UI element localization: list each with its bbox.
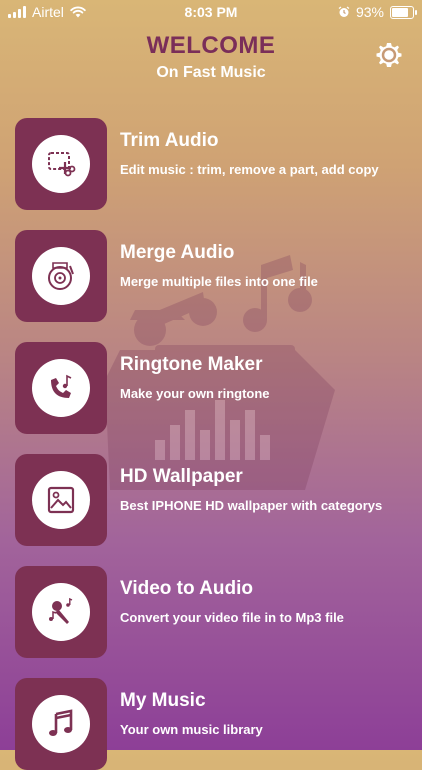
menu-icon-circle [32, 135, 90, 193]
vinyl-icon [48, 262, 74, 290]
menu-title: HD Wallpaper [120, 466, 243, 487]
menu-title: My Music [120, 690, 206, 711]
menu-title: Trim Audio [120, 130, 219, 151]
menu-item-video-to-audio[interactable]: Video to Audio Convert your video file i… [15, 566, 407, 658]
menu-item-my-music[interactable]: My Music Your own music library [15, 678, 407, 770]
menu-item-hd-wallpaper[interactable]: HD Wallpaper Best IPHONE HD wallpaper wi… [15, 454, 407, 546]
menu-tile[interactable] [15, 118, 107, 210]
page-title: WELCOME [146, 32, 276, 59]
menu-tile[interactable] [15, 566, 107, 658]
status-right: 93% [338, 4, 417, 20]
menu-icon-circle [32, 359, 90, 417]
status-bar: Airtel 8:03 PM 93% [0, 0, 422, 24]
menu-description: Best IPHONE HD wallpaper with categorys [120, 498, 383, 513]
microphone-icon [49, 597, 73, 624]
menu-title: Ringtone Maker [120, 354, 263, 375]
alarm-icon [338, 6, 350, 17]
menu-icon-circle [32, 583, 90, 641]
page-subtitle: On Fast Music [156, 64, 266, 81]
image-icon [47, 486, 75, 514]
menu-icon-circle [32, 695, 90, 753]
menu-tile[interactable] [15, 342, 107, 434]
menu-description: Convert your video file in to Mp3 file [120, 610, 344, 625]
menu-title: Video to Audio [120, 578, 253, 599]
menu-description: Make your own ringtone [120, 386, 270, 401]
menu-item-ringtone-maker[interactable]: Ringtone Maker Make your own ringtone [15, 342, 407, 434]
trim-icon [48, 152, 76, 177]
menu-icon-circle [32, 247, 90, 305]
menu-description: Edit music : trim, remove a part, add co… [120, 162, 379, 177]
menu-tile[interactable] [15, 230, 107, 322]
header: WELCOME On Fast Music [0, 32, 422, 82]
music-note-icon [49, 709, 73, 736]
battery-percent: 93% [355, 4, 384, 20]
menu-tile[interactable] [15, 454, 107, 546]
menu-description: Your own music library [120, 722, 263, 737]
phone-music-icon [51, 374, 72, 398]
menu-item-trim-audio[interactable]: Trim Audio Edit music : trim, remove a p… [15, 118, 407, 210]
gear-icon[interactable] [374, 40, 404, 70]
menu-item-merge-audio[interactable]: Merge Audio Merge multiple files into on… [15, 230, 407, 322]
menu-title: Merge Audio [120, 242, 235, 263]
menu-description: Merge multiple files into one file [120, 274, 318, 289]
menu-icon-circle [32, 471, 90, 529]
menu-tile[interactable] [15, 678, 107, 770]
battery-icon [390, 5, 417, 19]
